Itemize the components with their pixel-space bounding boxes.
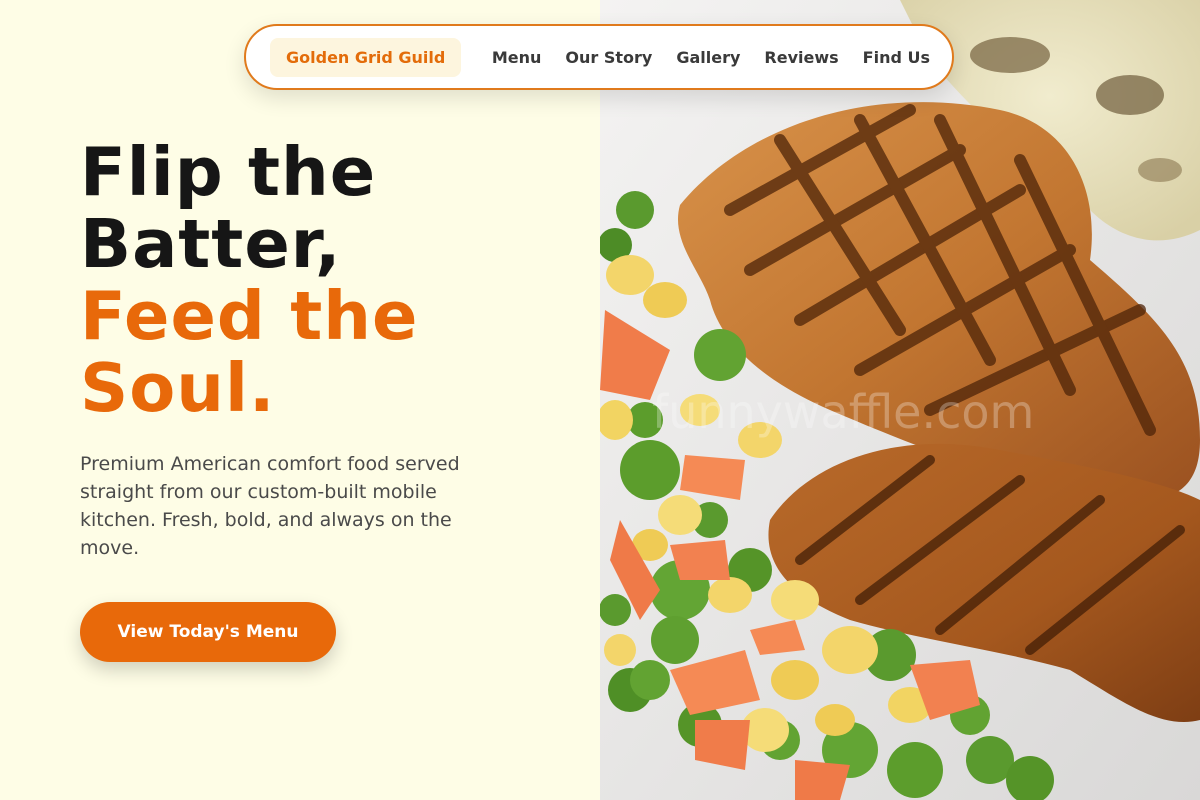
nav-link-find-us[interactable]: Find Us: [863, 48, 930, 67]
image-watermark: funnywaffle.com: [652, 385, 1034, 439]
nav-link-reviews[interactable]: Reviews: [764, 48, 838, 67]
hero-subtitle: Premium American comfort food served str…: [80, 453, 460, 559]
nav-link-menu[interactable]: Menu: [492, 48, 542, 67]
brand-logo[interactable]: Golden Grid Guild: [270, 37, 462, 77]
nav-link-our-story[interactable]: Our Story: [565, 48, 652, 67]
hero-food-image: funnywaffle.com: [600, 0, 1200, 800]
hero-heading: Flip the Batter, Feed the Soul.: [80, 136, 580, 424]
view-menu-button[interactable]: View Today's Menu: [80, 602, 336, 662]
page: funnywaffle.com Golden Grid Guild Menu O…: [0, 0, 1200, 800]
hero-heading-accent-line-1: Feed the: [80, 277, 419, 355]
top-navigation: Golden Grid Guild Menu Our Story Gallery…: [244, 24, 954, 90]
hero-heading-accent-line-2: Soul.: [80, 349, 276, 427]
nav-links: Menu Our Story Gallery Reviews Find Us: [492, 48, 930, 67]
nav-link-gallery[interactable]: Gallery: [676, 48, 740, 67]
hero-heading-line-2: Batter,: [80, 205, 342, 283]
hero-heading-line-1: Flip the: [80, 133, 377, 211]
